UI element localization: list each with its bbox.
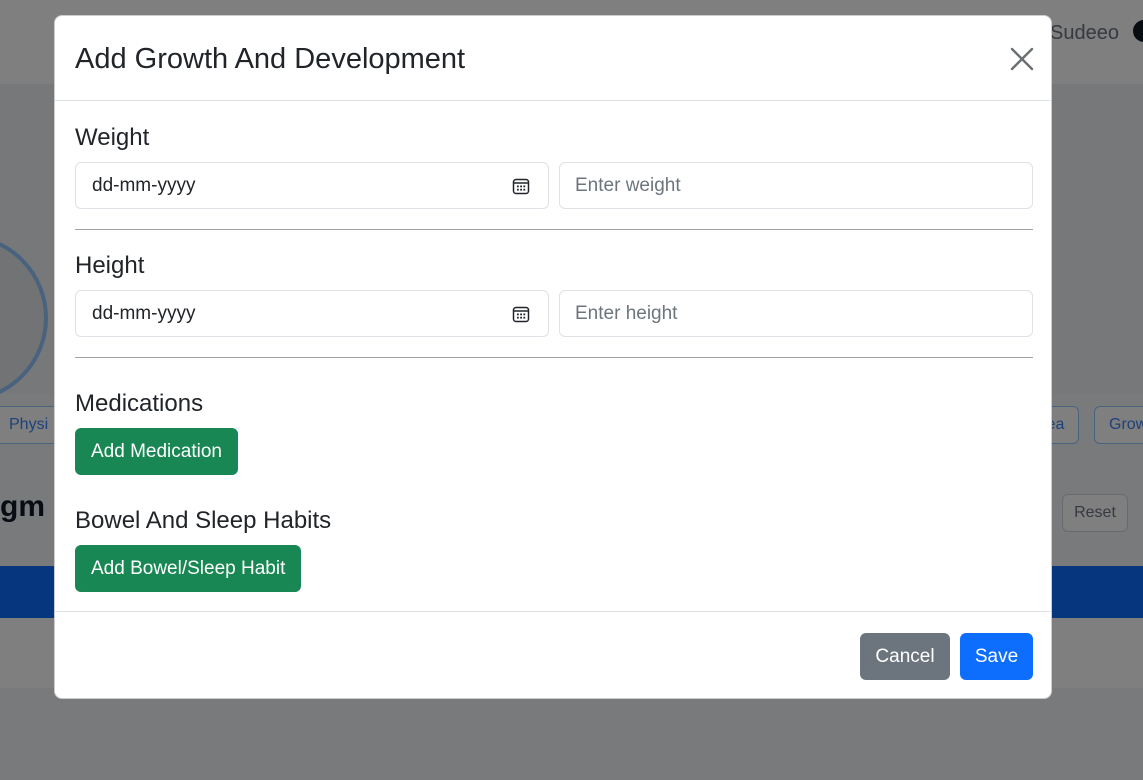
weight-date-value: dd-mm-yyyy (92, 175, 196, 196)
modal-header: Add Growth And Development (55, 16, 1051, 101)
height-date-field[interactable]: dd-mm-yyyy (75, 290, 549, 337)
save-button[interactable]: Save (960, 633, 1033, 680)
section-divider (75, 229, 1033, 230)
calendar-icon[interactable] (512, 305, 530, 323)
medications-section-title: Medications (75, 390, 204, 417)
height-input[interactable] (560, 291, 1032, 336)
weight-input-wrapper (559, 162, 1033, 209)
cancel-button[interactable]: Cancel (860, 633, 950, 680)
weight-section-title: Weight (75, 124, 150, 151)
calendar-icon[interactable] (512, 177, 530, 195)
bowel-sleep-section-title: Bowel And Sleep Habits (75, 507, 332, 534)
weight-date-field[interactable]: dd-mm-yyyy (75, 162, 549, 209)
height-section-title: Height (75, 252, 145, 279)
height-date-value: dd-mm-yyyy (92, 303, 196, 324)
add-bowel-sleep-habit-button[interactable]: Add Bowel/Sleep Habit (75, 545, 302, 592)
modal-title: Add Growth And Development (75, 43, 466, 75)
close-icon (1010, 47, 1034, 71)
height-input-wrapper (559, 290, 1033, 337)
weight-input[interactable] (560, 163, 1032, 208)
modal-footer: Cancel Save (55, 611, 1051, 698)
add-growth-modal: Add Growth And Development Weight dd-mm-… (54, 15, 1052, 699)
close-button[interactable] (1005, 42, 1039, 76)
section-divider (75, 357, 1033, 358)
add-medication-button[interactable]: Add Medication (75, 428, 238, 475)
